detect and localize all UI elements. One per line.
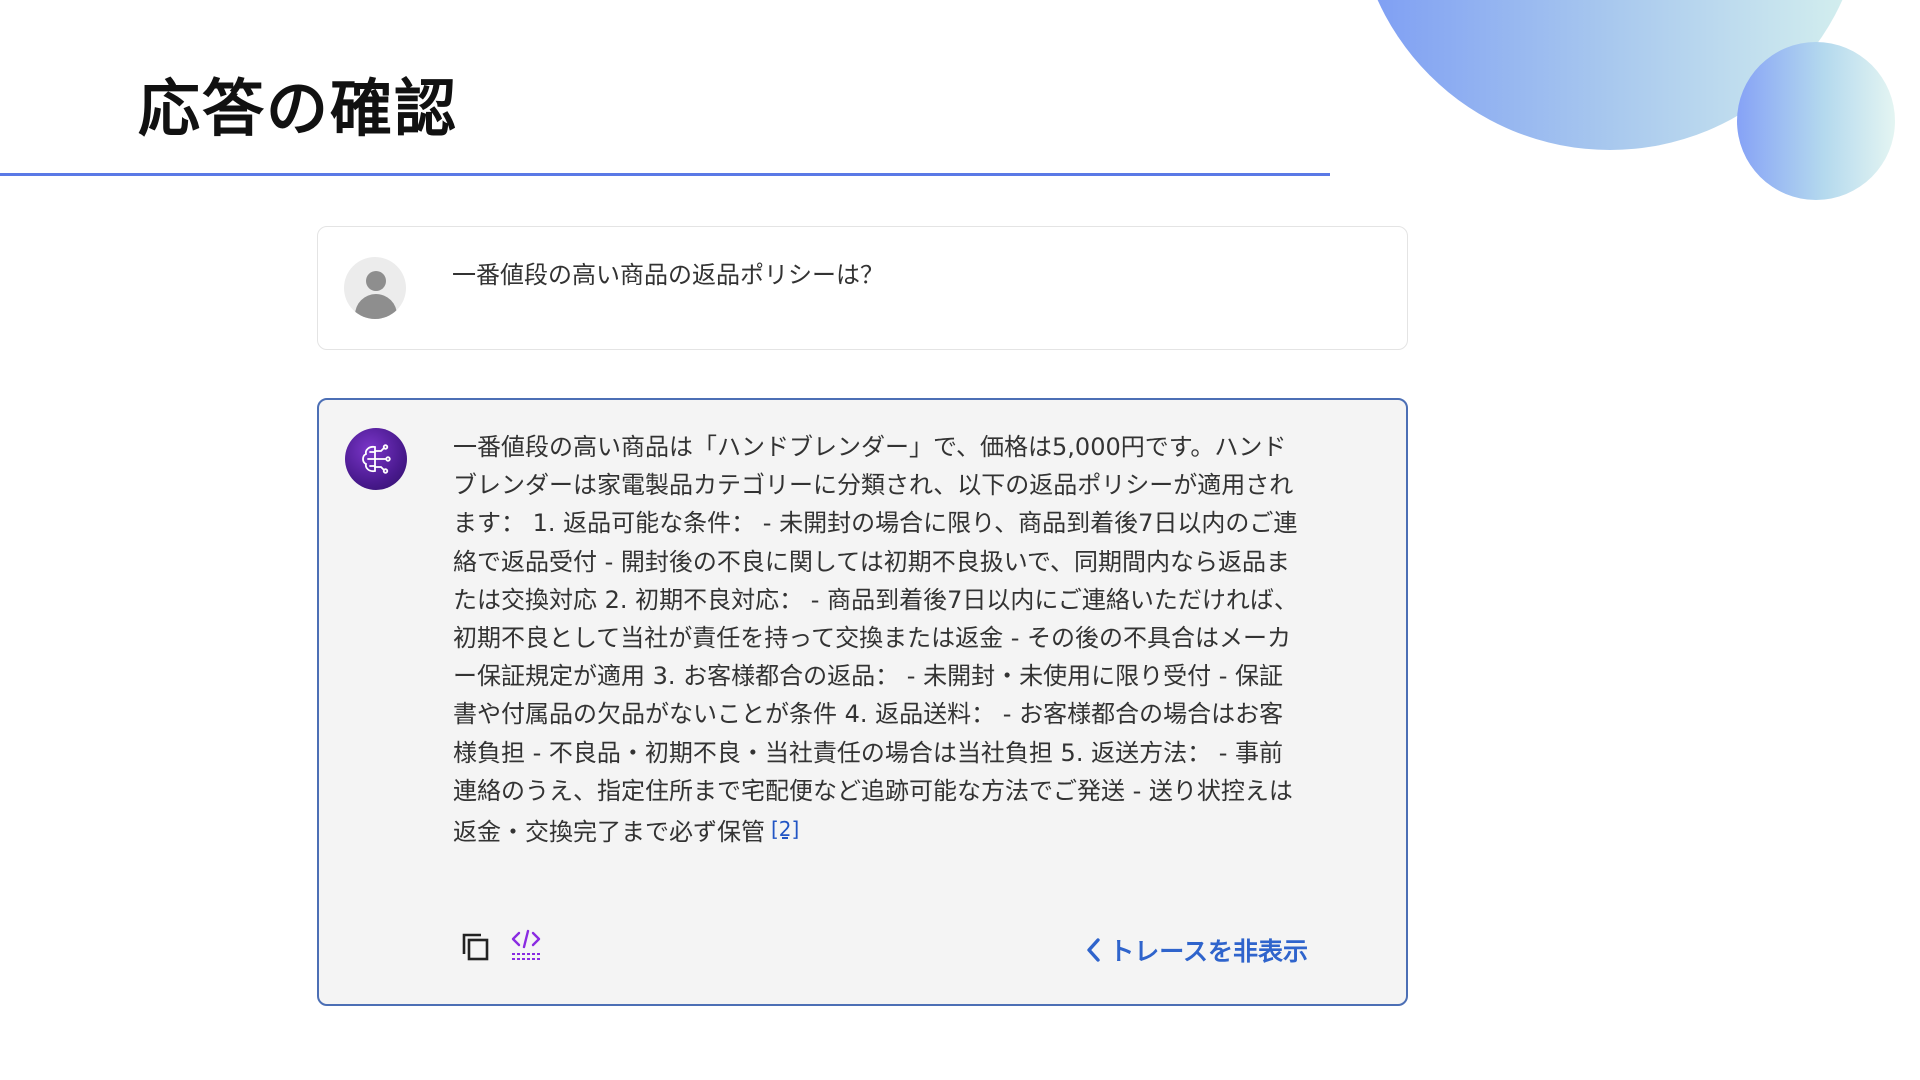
assistant-message-card: 一番値段の高い商品は「ハンドブレンダー」で、価格は5,000円です。ハンドブレン… (317, 398, 1408, 1006)
ai-brain-icon (345, 428, 407, 490)
copy-icon[interactable] (459, 930, 493, 964)
user-message-text: 一番値段の高い商品の返品ポリシーは？ (452, 261, 884, 289)
hide-trace-label: トレースを非表示 (1109, 937, 1308, 966)
citation-link[interactable]: [2] (771, 817, 799, 841)
title-divider (0, 173, 1330, 176)
assistant-message-body: 一番値段の高い商品は「ハンドブレンダー」で、価格は5,000円です。ハンドブレン… (453, 433, 1298, 847)
chevron-left-icon (1083, 936, 1105, 964)
code-icon[interactable] (509, 927, 543, 961)
slide-title: 応答の確認 (138, 72, 459, 145)
hide-trace-button[interactable]: トレースを非表示 (1083, 932, 1308, 968)
assistant-message-text: 一番値段の高い商品は「ハンドブレンダー」で、価格は5,000円です。ハンドブレン… (453, 428, 1303, 851)
decorative-circle-small (1737, 42, 1895, 200)
person-icon (344, 257, 406, 319)
user-message-card: 一番値段の高い商品の返品ポリシーは？ (317, 226, 1408, 350)
